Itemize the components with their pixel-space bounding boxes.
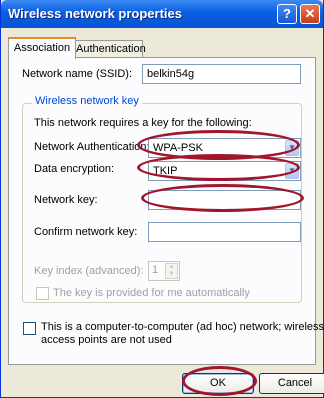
ok-button[interactable]: OK (182, 373, 254, 394)
auto-key-checkbox[interactable] (36, 287, 49, 300)
spinner-arrows-icon[interactable]: ▲ ▼ (165, 263, 178, 279)
adhoc-label-line2: access points are not used (41, 334, 172, 346)
chevron-down-icon[interactable]: ▼ (285, 163, 299, 179)
key-index-spinner[interactable]: 1 ▲ ▼ (148, 261, 180, 281)
key-index-value: 1 (152, 264, 159, 276)
auth-value: WPA-PSK (153, 142, 203, 154)
network-key-label: Network key: (34, 194, 98, 206)
auth-label: Network Authentication: (34, 141, 150, 153)
auto-key-label: The key is provided for me automatically (53, 287, 250, 299)
close-icon: ✕ (304, 6, 316, 21)
encryption-label: Data encryption: (34, 163, 115, 175)
adhoc-checkbox[interactable] (23, 322, 36, 335)
ssid-input[interactable]: belkin54g (142, 64, 301, 84)
auth-select[interactable]: WPA-PSK ▼ (148, 138, 301, 158)
key-intro-text: This network requires a key for the foll… (34, 117, 252, 129)
window-title: Wireless network properties (8, 6, 182, 21)
adhoc-label-line1: This is a computer-to-computer (ad hoc) … (41, 321, 324, 333)
key-index-label: Key index (advanced): (34, 265, 144, 277)
ssid-value: belkin54g (147, 68, 195, 80)
group-title: Wireless network key (32, 95, 142, 107)
encryption-value: TKIP (153, 165, 178, 177)
confirm-key-label: Confirm network key: (34, 226, 138, 238)
help-icon: ? (283, 6, 291, 21)
tab-association[interactable]: Association (8, 37, 76, 59)
network-key-input[interactable] (148, 190, 301, 210)
encryption-select[interactable]: TKIP ▼ (148, 161, 301, 181)
chevron-down-icon[interactable]: ▼ (285, 140, 299, 156)
help-button[interactable]: ? (277, 4, 297, 24)
tab-authentication[interactable]: Authentication (75, 40, 146, 57)
cancel-button[interactable]: Cancel (259, 373, 324, 394)
dialog-window: Wireless network properties ? ✕ Associat… (0, 0, 324, 398)
ssid-label: Network name (SSID): (22, 68, 133, 80)
title-bar: Wireless network properties ? ✕ (1, 0, 323, 28)
close-button[interactable]: ✕ (300, 4, 320, 24)
confirm-key-input[interactable] (148, 222, 301, 242)
